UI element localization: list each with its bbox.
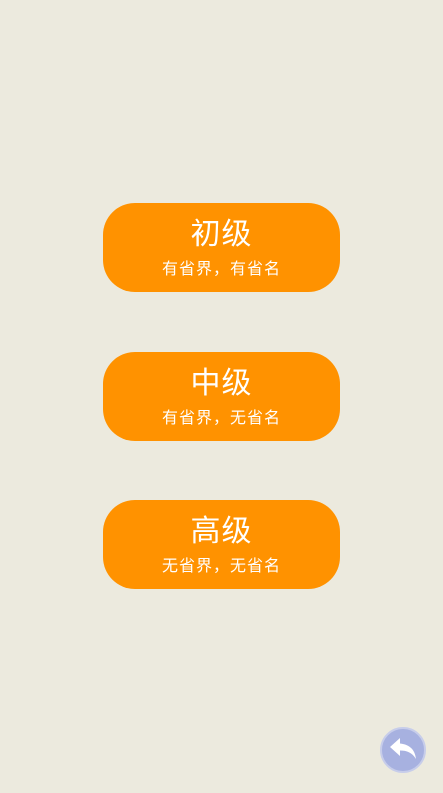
level-hard-button[interactable]: 高级 无省界，无省名 [103, 500, 340, 589]
level-hard-subtitle: 无省界，无省名 [161, 556, 281, 575]
level-easy-title: 初级 [190, 217, 253, 252]
back-button[interactable] [380, 727, 426, 773]
level-medium-subtitle: 有省界，无省名 [161, 408, 281, 427]
level-easy-subtitle: 有省界，有省名 [161, 259, 281, 278]
undo-arrow-icon [390, 738, 416, 759]
level-medium-title: 中级 [190, 366, 253, 401]
level-medium-button[interactable]: 中级 有省界，无省名 [103, 352, 340, 441]
level-easy-button[interactable]: 初级 有省界，有省名 [103, 203, 340, 292]
level-hard-title: 高级 [190, 514, 253, 549]
